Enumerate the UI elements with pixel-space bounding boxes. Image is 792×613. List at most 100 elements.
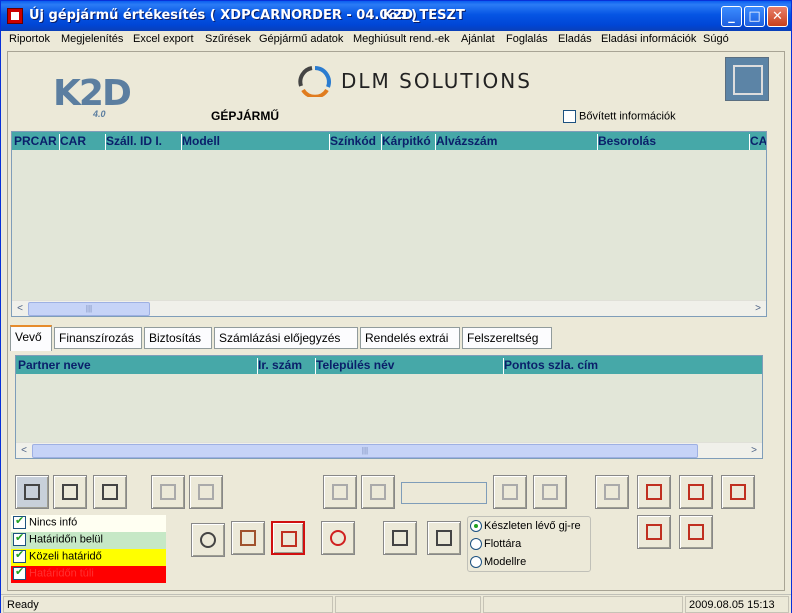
legend-hataridon-belul[interactable]: Határidőn belül (11, 531, 166, 549)
car-cancel-icon (646, 524, 662, 540)
scroll-left-arrow[interactable]: < (17, 444, 31, 458)
person-button[interactable] (321, 521, 355, 555)
dlm-logo: DLM SOLUTIONS (297, 65, 557, 99)
expand-icon (160, 484, 176, 500)
checkbox-icon[interactable] (13, 531, 26, 546)
checkbox-icon[interactable] (13, 514, 26, 529)
collapse-button[interactable] (189, 475, 223, 509)
status-text: Ready (3, 596, 333, 613)
nav-next-button[interactable] (493, 475, 527, 509)
person-icon (330, 530, 346, 546)
minimize-button[interactable]: _ (721, 6, 742, 27)
nav-last-button[interactable] (533, 475, 567, 509)
menu-megjelenites[interactable]: Megjelenítés (61, 33, 123, 45)
window-title: Új gépjármű értékesítés ( XDPCARNORDER -… (29, 8, 417, 23)
col-header[interactable]: Száll. ID I. (106, 134, 182, 150)
radio-icon[interactable] (470, 556, 482, 569)
radio-icon[interactable] (470, 520, 482, 533)
car-sale-button[interactable] (637, 475, 671, 509)
radio-icon[interactable] (470, 538, 482, 551)
legend-kozeli-hatarido[interactable]: Közeli határidő (11, 548, 166, 566)
refresh-button[interactable] (191, 523, 225, 557)
menu-szuresek[interactable]: Szűrések (205, 33, 251, 45)
view-detail-button[interactable] (15, 475, 49, 509)
col-header[interactable]: Ir. szám (258, 358, 316, 374)
nav-first-button[interactable] (323, 475, 357, 509)
legend-nincs-info[interactable]: Nincs infó (11, 514, 166, 532)
first-record-icon (332, 484, 348, 500)
page-title: GÉPJÁRMŰ (211, 109, 280, 123)
col-header[interactable]: Modell (182, 134, 330, 150)
tab-vevo[interactable]: Vevő (10, 325, 52, 351)
checkbox-icon[interactable] (13, 548, 26, 563)
col-header[interactable]: Alvázszám (436, 134, 598, 150)
col-header[interactable]: CAR (60, 134, 106, 150)
radio-flottara[interactable]: Flottára (470, 538, 521, 551)
close-button[interactable]: ✕ (767, 6, 788, 27)
view-sort-button[interactable] (93, 475, 127, 509)
col-header[interactable]: Partner neve (18, 358, 258, 374)
radio-modellre[interactable]: Modellre (470, 556, 526, 569)
col-header[interactable]: Település név (316, 358, 504, 374)
checkbox-icon[interactable] (563, 110, 576, 123)
title-bar[interactable]: Új gépjármű értékesítés ( XDPCARNORDER -… (1, 1, 791, 31)
radio-keszleten[interactable]: Készleten lévő gj-re (470, 520, 581, 533)
scroll-thumb[interactable]: ||| (28, 302, 150, 316)
record-position-input[interactable] (401, 482, 487, 504)
cancel-handshake-button[interactable] (679, 515, 713, 549)
app-window: Új gépjármű értékesítés ( XDPCARNORDER -… (0, 0, 792, 613)
menu-riportok[interactable]: Riportok (9, 33, 50, 45)
scroll-left-arrow[interactable]: < (13, 302, 27, 316)
tab-finanszirozas[interactable]: Finanszírozás (54, 327, 142, 349)
transfer-button[interactable] (595, 475, 629, 509)
detail-view-icon (24, 484, 40, 500)
checkbox-icon[interactable] (13, 565, 26, 580)
col-header[interactable]: CA (750, 134, 766, 150)
house-button[interactable] (231, 521, 265, 555)
menu-meghiusult[interactable]: Meghiúsult rend.-ek (353, 33, 450, 45)
view-list-button[interactable] (53, 475, 87, 509)
menu-eladas[interactable]: Eladás (558, 33, 592, 45)
tab-felszereltseg[interactable]: Felszereltség (462, 327, 552, 349)
tab-rendeles-extrai[interactable]: Rendelés extrái (360, 327, 460, 349)
col-header[interactable]: Kárpitkó (382, 134, 436, 150)
tab-biztositas[interactable]: Biztosítás (144, 327, 212, 349)
menu-sugo[interactable]: Súgó (703, 33, 729, 45)
expand-button[interactable] (151, 475, 185, 509)
status-legend: Nincs infó Határidőn belül Közeli határi… (11, 514, 167, 585)
menu-foglalas[interactable]: Foglalás (506, 33, 548, 45)
legend-hataridon-tuli[interactable]: Határidőn túli (11, 565, 166, 583)
col-header[interactable]: Besorolás (598, 134, 750, 150)
cancel-car-button[interactable] (637, 515, 671, 549)
handshake-button[interactable] (679, 475, 713, 509)
menu-gepjarmu-adatok[interactable]: Gépjármű adatok (259, 33, 343, 45)
nav-prev-button[interactable] (361, 475, 395, 509)
vehicle-grid-hscroll[interactable]: < ||| > (12, 300, 766, 316)
car-print-button[interactable] (271, 521, 305, 555)
partner-grid-hscroll[interactable]: < ||| > (16, 442, 762, 458)
list-view-icon (62, 484, 78, 500)
next-record-icon (502, 484, 518, 500)
vehicle-grid[interactable]: PRCAR CAR Száll. ID I. Modell Színkód Ká… (11, 131, 767, 317)
collapse-icon (198, 484, 214, 500)
documents-button[interactable] (383, 521, 417, 555)
bovitett-info-checkbox[interactable]: Bővített információk (563, 110, 676, 123)
tab-szamlazasi-elojegyzes[interactable]: Számlázási előjegyzés (214, 327, 358, 349)
col-header[interactable]: Színkód (330, 134, 382, 150)
menu-excel-export[interactable]: Excel export (133, 33, 194, 45)
col-header[interactable]: PRCAR (14, 134, 60, 150)
maximize-button[interactable]: □ (744, 6, 765, 27)
dlm-swirl-icon (298, 66, 331, 99)
col-header[interactable]: Pontos szla. cím (504, 358, 762, 374)
edit-button[interactable] (725, 57, 769, 101)
status-bar: Ready 2009.08.05 15:13 (1, 594, 791, 613)
scroll-right-arrow[interactable]: > (747, 444, 761, 458)
scroll-right-arrow[interactable]: > (751, 302, 765, 316)
chain-button[interactable] (721, 475, 755, 509)
app-icon[interactable] (7, 8, 23, 24)
partner-grid[interactable]: Partner neve Ir. szám Település név Pont… (15, 355, 763, 459)
scroll-thumb[interactable]: ||| (32, 444, 698, 458)
menu-ajanlat[interactable]: Ajánlat (461, 33, 495, 45)
document-list-button[interactable] (427, 521, 461, 555)
menu-eladasi-informaciok[interactable]: Eladási információk (601, 33, 696, 45)
